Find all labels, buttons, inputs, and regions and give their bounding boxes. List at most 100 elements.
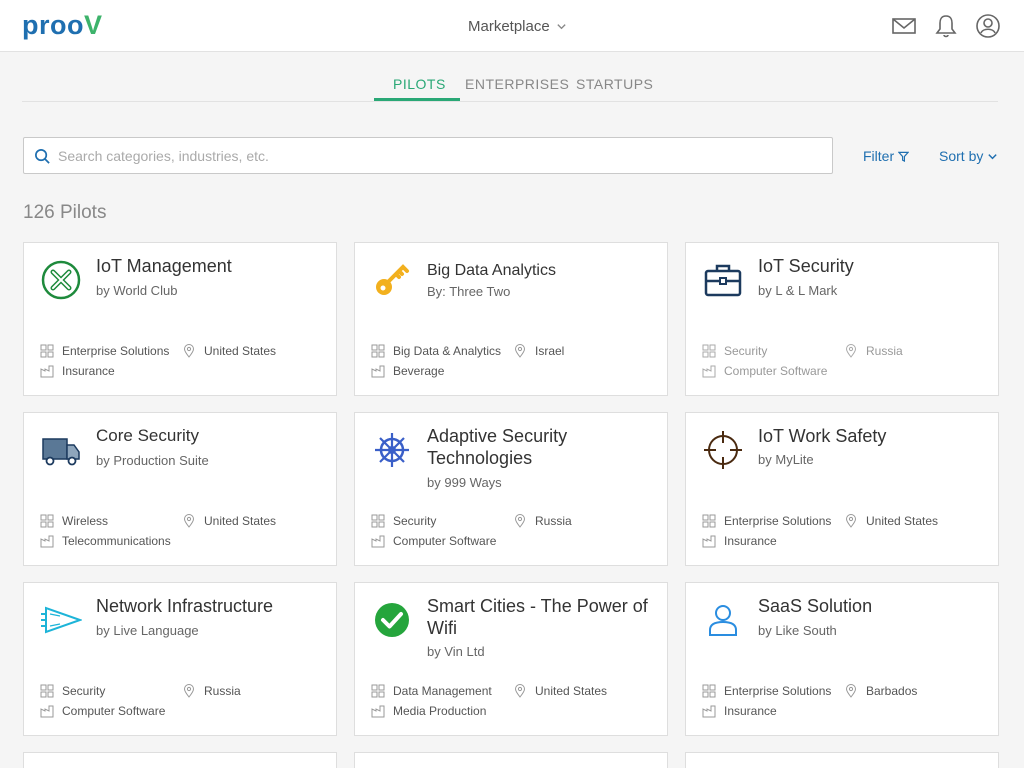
pilot-title[interactable]: Smart Cities - The Power of Wifi (427, 595, 657, 639)
pilot-owner: by Production Suite (96, 453, 209, 468)
marketplace-tabs: PILOTS ENTERPRISES STARTUPS (22, 62, 998, 102)
pilot-location: United States (844, 514, 938, 528)
user-avatar-icon[interactable] (975, 13, 1001, 39)
proov-logo[interactable]: prooV (22, 10, 103, 41)
factory-icon (40, 365, 54, 378)
location-pin-icon (514, 344, 526, 358)
sort-by-button[interactable]: Sort by (939, 148, 998, 164)
category-text: Security (62, 684, 106, 698)
pilot-location: Russia (182, 684, 241, 698)
category-text: Enterprise Solutions (724, 514, 832, 528)
pilot-owner: by Like South (758, 623, 837, 638)
active-tab-indicator (374, 98, 460, 101)
search-box (23, 137, 833, 174)
category-text: Security (393, 514, 437, 528)
owner-name: Three Two (449, 284, 511, 299)
category-text: Data Management (393, 684, 492, 698)
pilot-card[interactable]: Smart Cities - The Power of Wifi by Vin … (354, 582, 668, 736)
by-prefix: By: (427, 284, 446, 299)
pilot-card[interactable]: Core Security by Production Suite Wirele… (23, 412, 337, 566)
pilot-card[interactable]: Adaptive Security Technologies by 999 Wa… (354, 412, 668, 566)
x-circle-icon (40, 259, 82, 301)
owner-name: 999 Ways (444, 475, 502, 490)
pilot-location: United States (513, 684, 607, 698)
pilot-industry: Media Production (371, 704, 486, 718)
pilot-location: Israel (513, 344, 564, 358)
by-prefix: by (96, 453, 110, 468)
pilot-category: Wireless (40, 514, 108, 528)
mail-icon[interactable] (891, 13, 917, 39)
pilot-industry: Insurance (702, 704, 777, 718)
pilot-card[interactable] (354, 752, 668, 768)
pennant-icon (40, 599, 84, 641)
pilot-owner: by Live Language (96, 623, 199, 638)
funnel-icon (898, 151, 910, 162)
grid-icon (702, 514, 716, 528)
pilot-title[interactable]: Adaptive Security Technologies (427, 425, 657, 469)
pilot-card[interactable]: IoT Management by World Club Enterprise … (23, 242, 337, 396)
by-prefix: by (758, 623, 772, 638)
by-prefix: by (427, 644, 441, 659)
industry-text: Insurance (724, 704, 777, 718)
filter-button[interactable]: Filter (863, 148, 910, 164)
location-text: United States (204, 344, 277, 358)
factory-icon (702, 535, 716, 548)
category-text: Security (724, 344, 768, 358)
tab-startups[interactable]: STARTUPS (576, 76, 653, 92)
pilot-card[interactable] (685, 752, 999, 768)
pilot-industry: Insurance (702, 534, 777, 548)
owner-name: Vin Ltd (444, 644, 485, 659)
location-pin-icon (845, 344, 857, 358)
pilot-title[interactable]: Network Infrastructure (96, 595, 326, 617)
pilot-card[interactable]: Network Infrastructure by Live Language … (23, 582, 337, 736)
search-input[interactable] (58, 144, 818, 168)
pilot-card[interactable]: IoT Work Safety by MyLite Enterprise Sol… (685, 412, 999, 566)
pilot-owner: By: Three Two (427, 284, 510, 299)
location-text: Russia (866, 344, 903, 358)
tab-pilots[interactable]: PILOTS (393, 76, 446, 92)
sort-label: Sort by (939, 148, 984, 164)
pilot-title[interactable]: Big Data Analytics (427, 260, 657, 282)
marketplace-dropdown[interactable]: Marketplace (468, 18, 567, 35)
grid-icon (40, 684, 54, 698)
grid-icon (40, 514, 54, 528)
pilot-location: United States (182, 514, 276, 528)
pilot-industry: Computer Software (371, 534, 496, 548)
pilot-card[interactable]: Big Data Analytics By: Three Two Big Dat… (354, 242, 668, 396)
pilot-category: Data Management (371, 684, 492, 698)
owner-name: MyLite (775, 452, 814, 467)
location-pin-icon (183, 514, 195, 528)
location-pin-icon (845, 684, 857, 698)
owner-name: Like South (775, 623, 837, 638)
pilot-title[interactable]: IoT Work Safety (758, 425, 988, 447)
industry-text: Computer Software (393, 534, 497, 548)
factory-icon (371, 705, 385, 718)
grid-icon (371, 514, 385, 528)
pilot-title[interactable]: Core Security (96, 425, 326, 447)
key-icon (371, 259, 413, 301)
filter-label: Filter (863, 148, 895, 164)
category-text: Big Data & Analytics (393, 344, 502, 358)
pilot-card[interactable] (23, 752, 337, 768)
tab-enterprises[interactable]: ENTERPRISES (465, 76, 569, 92)
grid-icon (371, 344, 385, 358)
pilot-location: Russia (844, 344, 903, 358)
truck-icon (40, 429, 82, 471)
pilot-card[interactable]: SaaS Solution by Like South Enterprise S… (685, 582, 999, 736)
pilot-title[interactable]: IoT Security (758, 255, 988, 277)
pilot-category: Security (371, 514, 436, 528)
pilot-title[interactable]: SaaS Solution (758, 595, 988, 617)
pilots-count: 126 Pilots (23, 202, 107, 223)
logo-accent: V (84, 10, 103, 40)
pilot-industry: Insurance (40, 364, 115, 378)
search-icon (35, 149, 50, 164)
pilot-card[interactable]: IoT Security by L & L Mark Security Russ… (685, 242, 999, 396)
bell-icon[interactable] (933, 13, 959, 39)
location-text: United States (204, 514, 277, 528)
factory-icon (40, 705, 54, 718)
logo-text: proo (22, 10, 84, 40)
pilot-category: Security (40, 684, 105, 698)
industry-text: Media Production (393, 704, 487, 718)
category-text: Enterprise Solutions (62, 344, 170, 358)
pilot-title[interactable]: IoT Management (96, 255, 326, 277)
